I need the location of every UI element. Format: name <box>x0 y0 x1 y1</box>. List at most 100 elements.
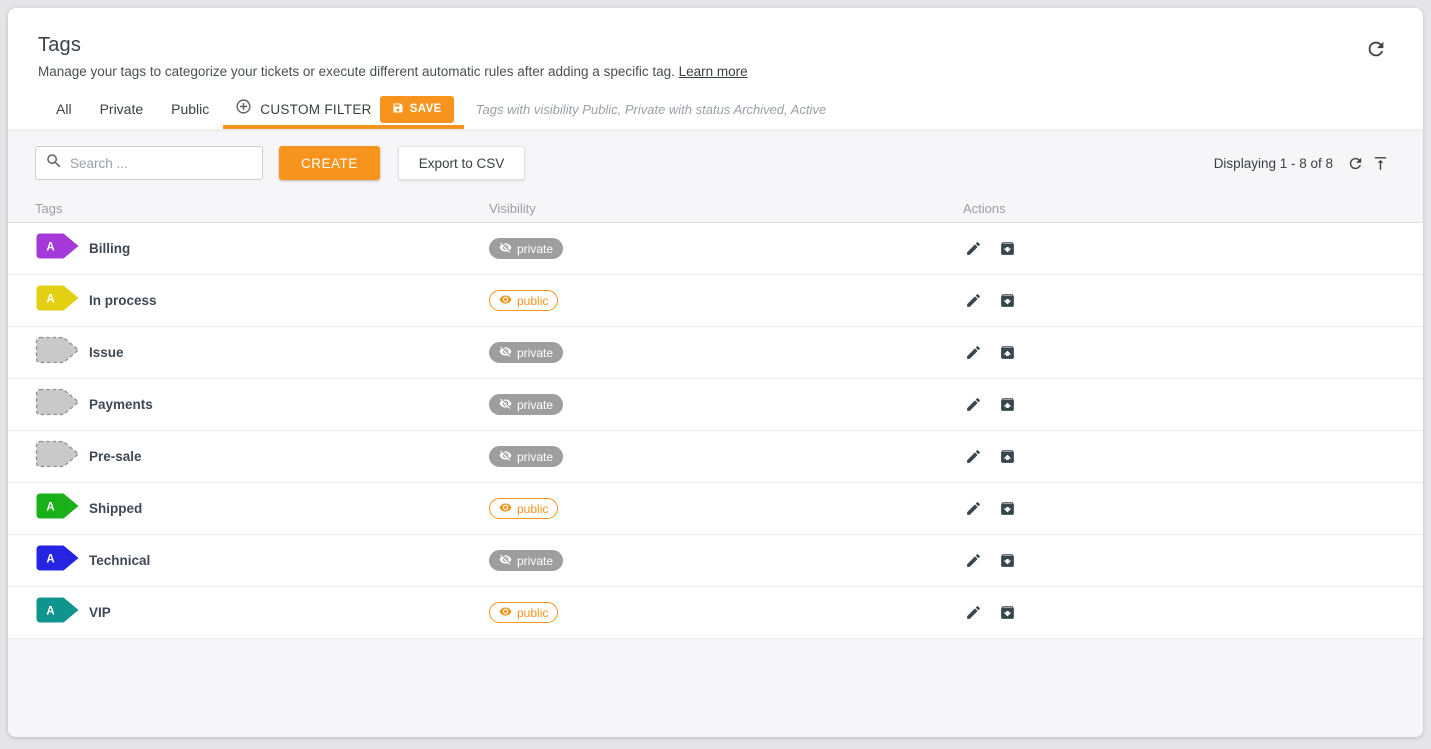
svg-text:A: A <box>46 502 54 514</box>
unarchive-button[interactable] <box>997 394 1018 415</box>
archive-button[interactable] <box>997 498 1018 519</box>
archive-button[interactable] <box>997 290 1018 311</box>
edit-icon <box>965 297 982 312</box>
column-header-actions: Actions <box>963 201 1423 216</box>
edit-icon <box>965 505 982 520</box>
svg-text:A: A <box>46 242 54 254</box>
edit-icon <box>965 453 982 468</box>
eye-off-icon <box>499 345 512 360</box>
table-row: A Billing private <box>8 223 1423 275</box>
tag-name: Payments <box>89 397 153 412</box>
refresh-page-button[interactable] <box>1361 34 1391 64</box>
tags-panel: Tags Manage your tags to categorize your… <box>8 8 1423 737</box>
archive-button[interactable] <box>997 602 1018 623</box>
edit-button[interactable] <box>963 238 984 259</box>
refresh-list-button[interactable] <box>1343 151 1368 176</box>
save-filter-button[interactable]: SAVE <box>380 96 454 123</box>
panel-header: Tags Manage your tags to categorize your… <box>8 8 1423 89</box>
table-row: A In process public <box>8 275 1423 327</box>
tag-name: Shipped <box>89 501 142 516</box>
table-row: A Shipped public <box>8 483 1423 535</box>
page-description-text: Manage your tags to categorize your tick… <box>38 64 675 79</box>
tab-custom-filter[interactable]: CUSTOM FILTER SAVE <box>223 89 463 129</box>
tag-shape-icon <box>35 388 80 421</box>
tag-shape-icon: A <box>35 284 80 317</box>
table-row: Payments private <box>8 379 1423 431</box>
tag-name: In process <box>89 293 157 308</box>
scroll-top-button[interactable] <box>1368 151 1393 176</box>
export-csv-button[interactable]: Export to CSV <box>398 146 526 180</box>
tag-name: Pre-sale <box>89 449 142 464</box>
visibility-badge: private <box>489 446 563 467</box>
refresh-icon <box>1347 160 1364 175</box>
visibility-badge: public <box>489 290 558 311</box>
tag-shape-icon: A <box>35 544 80 577</box>
edit-icon <box>965 245 982 260</box>
learn-more-link[interactable]: Learn more <box>679 64 748 79</box>
eye-off-icon <box>499 449 512 464</box>
tag-name: VIP <box>89 605 111 620</box>
edit-button[interactable] <box>963 498 984 519</box>
edit-button[interactable] <box>963 446 984 467</box>
eye-icon <box>499 605 512 620</box>
column-header-tags: Tags <box>35 201 489 216</box>
svg-text:A: A <box>46 606 54 618</box>
tab-public[interactable]: Public <box>157 89 223 129</box>
tags-table-body: A Billing private A In process pub <box>8 223 1423 639</box>
table-row: A VIP public <box>8 587 1423 639</box>
eye-off-icon <box>499 553 512 568</box>
unarchive-button[interactable] <box>997 446 1018 467</box>
edit-button[interactable] <box>963 342 984 363</box>
archive-button[interactable] <box>997 550 1018 571</box>
eye-icon <box>499 501 512 516</box>
unarchive-icon <box>999 349 1016 364</box>
search-input[interactable] <box>70 156 254 171</box>
scroll-top-icon <box>1372 160 1389 175</box>
archive-button[interactable] <box>997 238 1018 259</box>
search-icon <box>45 152 63 175</box>
table-row: Issue private <box>8 327 1423 379</box>
edit-button[interactable] <box>963 550 984 571</box>
visibility-tabs: All Private Public CUSTOM FILTER SAVE Ta… <box>8 89 1423 129</box>
search-box[interactable] <box>35 146 263 180</box>
visibility-badge: public <box>489 602 558 623</box>
visibility-badge: private <box>489 238 563 259</box>
edit-button[interactable] <box>963 290 984 311</box>
edit-icon <box>965 349 982 364</box>
tab-all[interactable]: All <box>42 89 86 129</box>
edit-button[interactable] <box>963 394 984 415</box>
table-header: Tags Visibility Actions <box>8 194 1423 223</box>
table-row: A Technical private <box>8 535 1423 587</box>
eye-off-icon <box>499 397 512 412</box>
archive-icon <box>999 297 1016 312</box>
tab-private[interactable]: Private <box>86 89 158 129</box>
tag-name: Billing <box>89 241 130 256</box>
tag-name: Technical <box>89 553 150 568</box>
svg-text:A: A <box>46 294 54 306</box>
unarchive-icon <box>999 401 1016 416</box>
tag-shape-icon: A <box>35 232 80 265</box>
custom-filter-label: CUSTOM FILTER <box>260 102 371 117</box>
panel-footer <box>8 639 1423 737</box>
refresh-icon <box>1365 48 1387 63</box>
plus-circle-icon <box>235 98 252 120</box>
unarchive-icon <box>999 453 1016 468</box>
svg-text:A: A <box>46 554 54 566</box>
edit-button[interactable] <box>963 602 984 623</box>
tag-shape-icon <box>35 440 80 473</box>
archive-icon <box>999 557 1016 572</box>
unarchive-button[interactable] <box>997 342 1018 363</box>
create-button[interactable]: CREATE <box>279 146 380 180</box>
tag-shape-icon: A <box>35 492 80 525</box>
visibility-badge: private <box>489 394 563 415</box>
page-title: Tags <box>38 34 748 57</box>
save-button-label: SAVE <box>410 103 442 115</box>
edit-icon <box>965 609 982 624</box>
visibility-badge: private <box>489 550 563 571</box>
visibility-badge: public <box>489 498 558 519</box>
table-row: Pre-sale private <box>8 431 1423 483</box>
tag-name: Issue <box>89 345 124 360</box>
tag-shape-icon <box>35 336 80 369</box>
column-header-visibility: Visibility <box>489 201 963 216</box>
page-description: Manage your tags to categorize your tick… <box>38 64 748 79</box>
